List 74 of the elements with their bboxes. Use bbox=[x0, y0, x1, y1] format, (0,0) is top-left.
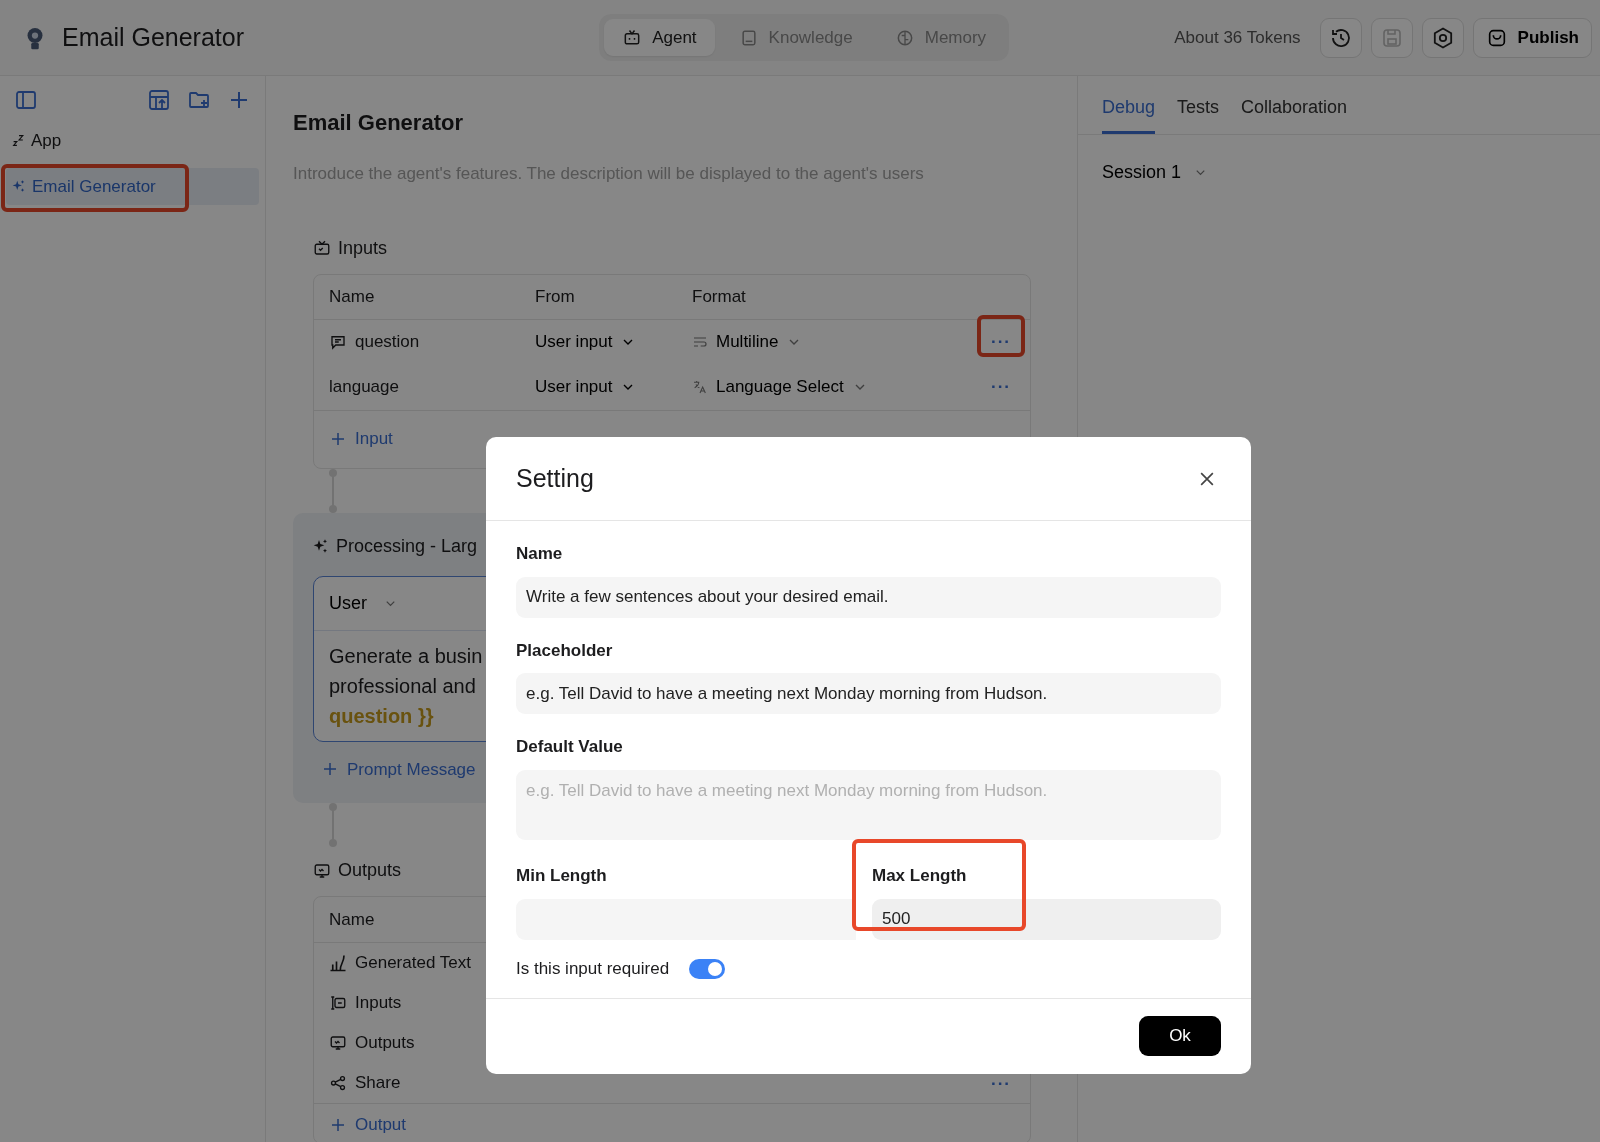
panel-tab[interactable]: Tests bbox=[1177, 88, 1220, 134]
input-name: language bbox=[329, 376, 399, 399]
output-name: Inputs bbox=[355, 992, 402, 1015]
section-heading: Inputs bbox=[338, 236, 388, 260]
token-count: About 36 Tokens bbox=[1174, 26, 1301, 49]
settings-button[interactable] bbox=[1421, 17, 1464, 58]
field-label: Name bbox=[516, 543, 564, 565]
section-heading: Processing - Larg bbox=[336, 534, 478, 558]
input-name: question bbox=[355, 331, 420, 354]
required-toggle[interactable] bbox=[689, 958, 726, 979]
sparkle-icon bbox=[12, 179, 26, 194]
more-button[interactable]: ··· bbox=[987, 333, 1015, 351]
plus-icon bbox=[329, 430, 347, 448]
format-dropdown[interactable]: Multiline bbox=[692, 329, 803, 355]
toggle-label: Is this input required bbox=[516, 957, 670, 980]
add-input-button[interactable]: Input bbox=[329, 426, 393, 452]
history-button[interactable] bbox=[1319, 17, 1362, 58]
format-label: Language Select bbox=[716, 376, 844, 399]
field-label: Max Length bbox=[872, 865, 968, 887]
max-length-field[interactable]: 500 bbox=[872, 898, 1221, 940]
prompt-line: professional and bbox=[329, 673, 476, 699]
output-name: Share bbox=[355, 1072, 401, 1095]
sparkle-icon bbox=[313, 538, 329, 554]
collapse-sidebar-button[interactable] bbox=[14, 88, 38, 112]
text-field[interactable]: e.g. Tell David to have a meeting next Monday morning from Hudson. bbox=[516, 673, 1221, 714]
share-icon bbox=[329, 1074, 347, 1092]
source-dropdown[interactable]: User input bbox=[535, 329, 637, 355]
panel-tab[interactable]: Debug bbox=[1102, 88, 1156, 134]
panel-tab[interactable]: Collaboration bbox=[1241, 88, 1348, 134]
dialog-title: Setting bbox=[516, 462, 594, 494]
session-dropdown[interactable]: Session 1 bbox=[1102, 159, 1209, 186]
output-name: Outputs bbox=[355, 1032, 415, 1055]
mode-tab[interactable]: Agent bbox=[604, 18, 715, 57]
bar-chart-icon bbox=[329, 954, 347, 972]
field-label: Default Value bbox=[516, 736, 624, 758]
app-title: Email Generator bbox=[62, 21, 245, 53]
more-button[interactable]: ··· bbox=[987, 378, 1015, 396]
add-output-button[interactable]: Output bbox=[329, 1112, 407, 1138]
publish-button[interactable]: Publish bbox=[1472, 17, 1592, 58]
section-heading: Outputs bbox=[338, 859, 402, 882]
default-value-field[interactable]: e.g. Tell David to have a meeting next Monday morning from Hudson. bbox=[516, 769, 1221, 840]
sidebar-item-label: Email Generator bbox=[32, 175, 156, 198]
output-name: Generated Text bbox=[355, 952, 471, 975]
column-header: Name bbox=[329, 908, 375, 931]
min-length-field[interactable] bbox=[516, 898, 856, 940]
format-label: Multiline bbox=[716, 331, 779, 354]
field-label: Min Length bbox=[516, 865, 608, 887]
column-header: From bbox=[535, 285, 575, 308]
field-label: Placeholder bbox=[516, 639, 614, 662]
ok-button[interactable]: Ok bbox=[1139, 1016, 1221, 1056]
prompt-line: Generate a busin bbox=[329, 643, 483, 669]
sidebar-icon bbox=[14, 88, 38, 112]
wrap-text-icon bbox=[692, 334, 708, 350]
sidebar-item[interactable]: Email Generator bbox=[6, 167, 259, 205]
source-dropdown[interactable]: User input bbox=[535, 374, 637, 400]
text-field[interactable]: Write a few sentences about your desired email. bbox=[516, 576, 1221, 618]
sidebar-item-label: App bbox=[31, 130, 62, 152]
monitor-icon bbox=[329, 1034, 347, 1052]
import-button[interactable] bbox=[147, 88, 171, 112]
column-header: Name bbox=[329, 285, 375, 308]
format-dropdown[interactable]: Language Select bbox=[692, 374, 868, 400]
editor-title: Email Generator bbox=[293, 109, 464, 137]
translate-icon bbox=[692, 379, 708, 395]
column-header: Format bbox=[692, 285, 746, 308]
table-upload-icon bbox=[147, 88, 171, 112]
chat-icon bbox=[329, 333, 347, 351]
monitor-icon bbox=[313, 861, 331, 880]
sidebar-item[interactable]: App bbox=[6, 122, 259, 160]
role-dropdown[interactable]: User bbox=[329, 589, 398, 617]
text-cursor-icon bbox=[329, 994, 347, 1012]
sleep-icon bbox=[12, 134, 25, 148]
more-button[interactable]: ··· bbox=[987, 1074, 1015, 1092]
add-prompt-message-button[interactable]: Prompt Message bbox=[313, 755, 482, 783]
variable-tag: question }} bbox=[329, 700, 434, 731]
